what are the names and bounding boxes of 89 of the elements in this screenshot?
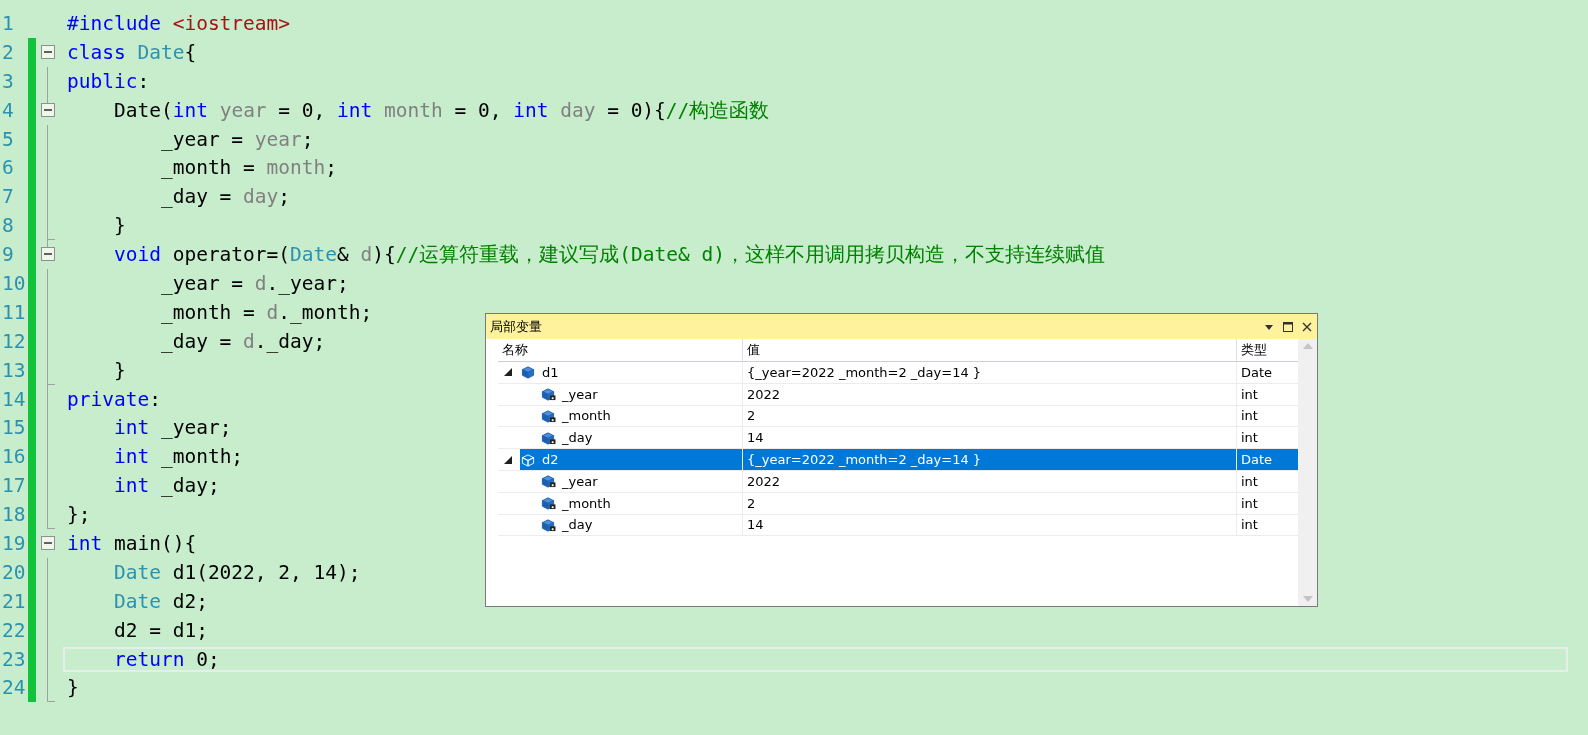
variable-type: Date — [1241, 452, 1273, 468]
line-number: 3 — [1, 69, 15, 93]
code-line: class Date{ — [66, 39, 198, 65]
line-number: 13 — [1, 358, 27, 382]
cube-icon — [520, 452, 536, 467]
line-number: 17 — [1, 474, 27, 498]
line-number: 20 — [1, 560, 27, 584]
locked-cube-icon — [540, 517, 556, 532]
code-line: int _year; — [112, 415, 233, 441]
line-number: 8 — [1, 214, 15, 238]
code-line: void operator=(Date& d){//运算符重载，建议写成(Date& d)，这样不用调用拷贝构造，不支持连续赋值 — [112, 242, 1106, 268]
line-number: 6 — [1, 156, 15, 180]
code-line: int _month; — [112, 444, 245, 470]
line-number: 19 — [1, 531, 27, 555]
variable-type: int — [1241, 386, 1258, 402]
collapse-icon[interactable] — [41, 247, 55, 262]
code-line: int main(){ — [66, 530, 198, 556]
column-header[interactable]: 类型 — [1241, 341, 1267, 359]
variable-type: int — [1241, 430, 1258, 446]
code-line: } — [66, 675, 80, 701]
code-line: _year = year; — [159, 126, 315, 152]
locked-cube-icon — [540, 474, 556, 489]
line-number: 14 — [1, 387, 27, 411]
line-number: 7 — [1, 185, 15, 209]
column-header[interactable]: 值 — [747, 341, 760, 359]
variable-name[interactable]: _month — [562, 408, 611, 424]
variable-value: {_year=2022 _month=2 _day=14 } — [747, 452, 982, 468]
code-line: #include <iostream> — [66, 10, 292, 36]
locked-cube-icon — [540, 409, 556, 423]
variable-name[interactable]: _month — [562, 495, 611, 511]
variable-value: 2 — [747, 408, 756, 424]
line-number: 22 — [1, 618, 27, 642]
variable-value: 2 — [747, 495, 756, 511]
code-line: d2 = d1; — [112, 617, 209, 643]
variable-type: int — [1241, 517, 1258, 533]
variable-value: 2022 — [747, 473, 781, 489]
code-line: int _day; — [112, 473, 221, 499]
code-line: Date d2; — [112, 588, 209, 614]
variable-type: int — [1241, 495, 1258, 511]
line-number: 18 — [1, 503, 27, 527]
variable-name[interactable]: _year — [562, 386, 598, 402]
variable-type: int — [1241, 408, 1258, 424]
variable-name[interactable]: d2 — [542, 452, 559, 468]
code-line: Date d1(2022, 2, 14); — [112, 559, 362, 585]
line-number: 21 — [1, 589, 27, 613]
line-number: 1 — [1, 11, 15, 35]
variable-value: {_year=2022 _month=2 _day=14 } — [747, 364, 982, 380]
code-line: Date(int year = 0, int month = 0, int day = 0){//构造函数 — [112, 97, 771, 123]
code-line: } — [112, 357, 127, 383]
code-line: private: — [66, 386, 162, 412]
code-line: public: — [66, 68, 151, 94]
line-number: 23 — [1, 647, 27, 671]
collapse-icon[interactable] — [41, 44, 55, 59]
line-number: 12 — [1, 329, 27, 353]
line-number: 9 — [1, 243, 15, 267]
code-line: } — [112, 213, 127, 239]
line-number: 11 — [1, 300, 27, 324]
code-line: }; — [66, 502, 92, 528]
line-number: 4 — [1, 98, 15, 122]
variable-name[interactable]: _day — [562, 430, 593, 446]
variable-value: 14 — [747, 430, 764, 446]
variable-name[interactable]: _year — [562, 473, 598, 489]
variable-name[interactable]: _day — [562, 517, 593, 533]
variable-value: 2022 — [747, 386, 781, 402]
column-header[interactable]: 名称 — [502, 341, 528, 359]
line-number: 2 — [1, 40, 15, 64]
collapse-icon[interactable] — [41, 102, 55, 117]
line-number: 15 — [1, 416, 27, 440]
locked-cube-icon — [540, 496, 556, 511]
line-number: 10 — [1, 271, 27, 295]
line-number: 16 — [1, 445, 27, 469]
close-icon[interactable] — [1301, 320, 1313, 333]
line-number: 24 — [1, 676, 27, 700]
variable-value: 14 — [747, 517, 764, 533]
code-line: _year = d._year; — [159, 270, 350, 296]
line-number: 5 — [1, 127, 15, 151]
locked-cube-icon — [540, 430, 556, 445]
collapse-icon[interactable] — [41, 536, 55, 551]
code-line: _month = d._month; — [159, 299, 374, 325]
variable-type: int — [1241, 473, 1258, 489]
locked-cube-icon — [540, 387, 556, 402]
variable-name[interactable]: d1 — [542, 364, 559, 380]
code-line: _day = d._day; — [159, 328, 327, 354]
code-line: _month = month; — [159, 155, 339, 181]
variable-type: Date — [1241, 364, 1273, 380]
maximize-icon[interactable] — [1282, 320, 1294, 333]
code-line: _day = day; — [159, 184, 292, 210]
window-title: 局部变量 — [490, 317, 543, 336]
cube-icon — [520, 365, 536, 380]
